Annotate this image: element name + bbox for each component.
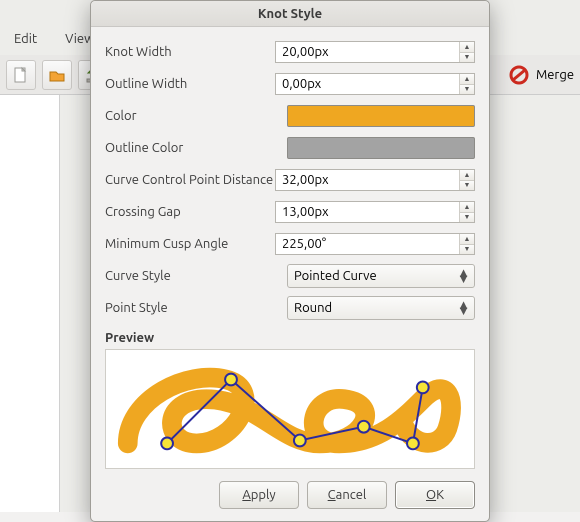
dialog-button-bar: Apply Cancel OK bbox=[105, 481, 475, 509]
knot-width-label: Knot Width bbox=[105, 45, 275, 59]
knot-width-down[interactable]: ▼ bbox=[460, 53, 474, 63]
chevron-updown-icon: ▲▼ bbox=[457, 302, 468, 314]
color-label: Color bbox=[105, 109, 287, 123]
curve-ctrl-dist-label: Curve Control Point Distance bbox=[105, 173, 275, 187]
point-style-value: Round bbox=[294, 301, 457, 315]
chevron-updown-icon: ▲▼ bbox=[457, 270, 468, 282]
menu-edit[interactable]: Edit bbox=[10, 30, 41, 48]
point-style-combo[interactable]: Round ▲▼ bbox=[287, 296, 475, 320]
menu-bar: Edit View bbox=[10, 30, 98, 48]
min-cusp-angle-label: Minimum Cusp Angle bbox=[105, 237, 275, 251]
cancel-button[interactable]: Cancel bbox=[307, 481, 387, 509]
toolbar-new-button[interactable] bbox=[6, 60, 36, 90]
curve-style-label: Curve Style bbox=[105, 269, 287, 283]
outline-width-field[interactable] bbox=[276, 74, 459, 94]
crossing-gap-down[interactable]: ▼ bbox=[460, 213, 474, 223]
merge-label[interactable]: Merge bbox=[536, 68, 574, 82]
crossing-gap-label: Crossing Gap bbox=[105, 205, 275, 219]
folder-open-icon bbox=[48, 66, 66, 84]
knot-style-dialog: Knot Style Knot Width ▲▼ Outline Width ▲… bbox=[90, 0, 490, 522]
toolbar-open-button[interactable] bbox=[42, 60, 72, 90]
knot-width-up[interactable]: ▲ bbox=[460, 42, 474, 53]
outline-width-input[interactable]: ▲▼ bbox=[275, 73, 475, 95]
knot-width-field[interactable] bbox=[276, 42, 459, 62]
apply-button[interactable]: Apply bbox=[219, 481, 299, 509]
document-icon bbox=[12, 66, 30, 84]
curve-ctrl-dist-up[interactable]: ▲ bbox=[460, 170, 474, 181]
curve-ctrl-dist-field[interactable] bbox=[276, 170, 459, 190]
crossing-gap-input[interactable]: ▲▼ bbox=[275, 201, 475, 223]
min-cusp-angle-down[interactable]: ▼ bbox=[460, 245, 474, 255]
curve-ctrl-dist-input[interactable]: ▲▼ bbox=[275, 169, 475, 191]
color-swatch[interactable] bbox=[287, 105, 475, 127]
outline-color-label: Outline Color bbox=[105, 141, 287, 155]
dialog-title: Knot Style bbox=[91, 1, 489, 27]
curve-ctrl-dist-down[interactable]: ▼ bbox=[460, 181, 474, 191]
min-cusp-angle-field[interactable] bbox=[276, 234, 459, 254]
point-style-label: Point Style bbox=[105, 301, 287, 315]
crossing-gap-up[interactable]: ▲ bbox=[460, 202, 474, 213]
canvas bbox=[0, 95, 60, 512]
outline-width-down[interactable]: ▼ bbox=[460, 85, 474, 95]
knot-preview-icon bbox=[106, 350, 474, 468]
forbidden-icon bbox=[508, 64, 530, 86]
crossing-gap-field[interactable] bbox=[276, 202, 459, 222]
preview-area bbox=[105, 349, 475, 469]
knot-width-input[interactable]: ▲▼ bbox=[275, 41, 475, 63]
outline-color-swatch[interactable] bbox=[287, 137, 475, 159]
outline-width-label: Outline Width bbox=[105, 77, 275, 91]
min-cusp-angle-up[interactable]: ▲ bbox=[460, 234, 474, 245]
preview-label: Preview bbox=[105, 331, 475, 345]
outline-width-up[interactable]: ▲ bbox=[460, 74, 474, 85]
ok-button[interactable]: OK bbox=[395, 481, 475, 509]
curve-style-combo[interactable]: Pointed Curve ▲▼ bbox=[287, 264, 475, 288]
min-cusp-angle-input[interactable]: ▲▼ bbox=[275, 233, 475, 255]
curve-style-value: Pointed Curve bbox=[294, 269, 457, 283]
